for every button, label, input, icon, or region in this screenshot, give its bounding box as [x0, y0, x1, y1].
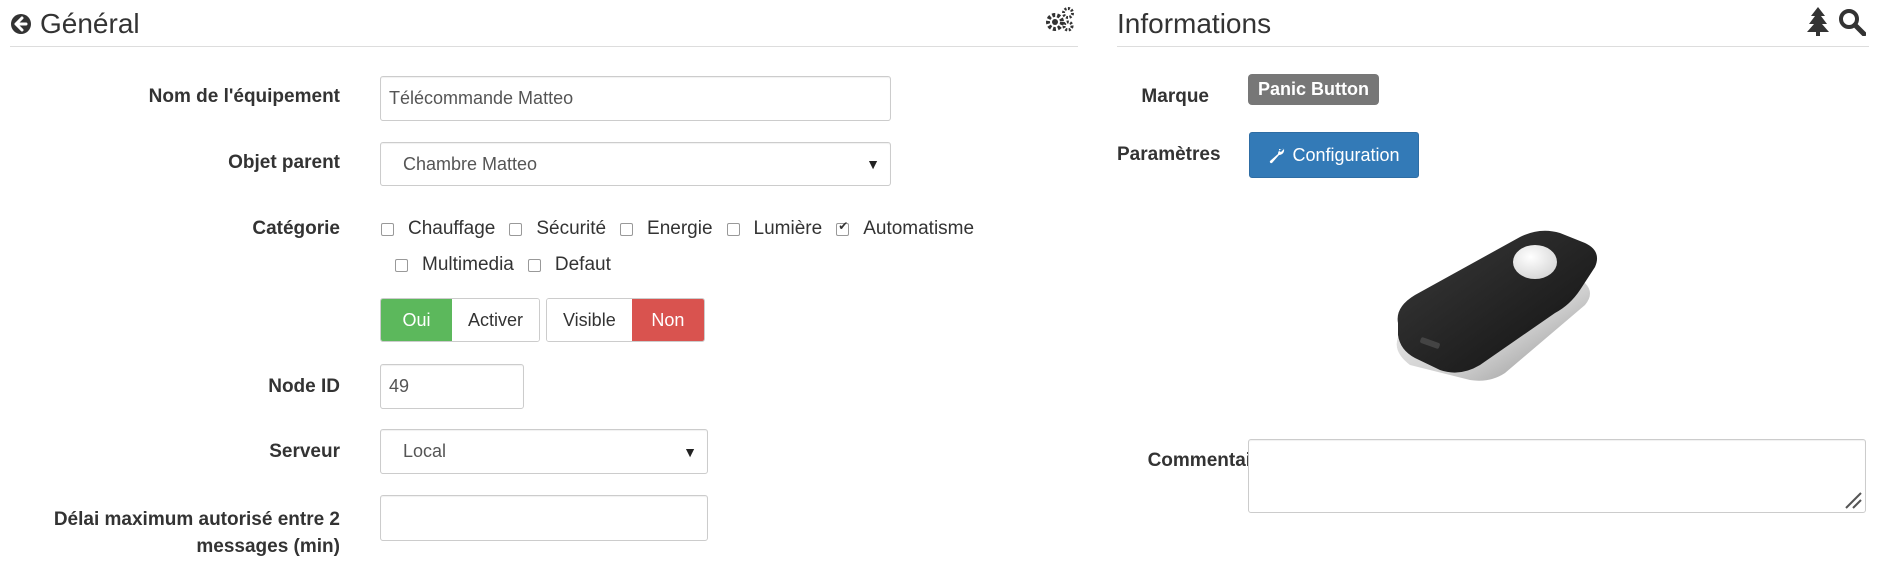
general-divider	[10, 46, 1078, 47]
category-label: Catégorie	[252, 218, 340, 239]
category-label-multimedia: Multimedia	[422, 254, 514, 275]
checkbox-energie[interactable]	[620, 222, 634, 236]
info-divider	[1117, 46, 1869, 47]
checkbox-chauffage[interactable]	[381, 222, 394, 236]
configuration-button[interactable]: Configuration	[1249, 132, 1419, 178]
category-lumiere[interactable]: Lumière	[726, 218, 823, 240]
chevron-down-icon: ▼	[683, 443, 697, 460]
general-title-text: Général	[40, 8, 140, 39]
params-label: Paramètres	[1117, 144, 1221, 165]
category-label-energie: Energie	[647, 218, 713, 239]
category-multimedia[interactable]: Multimedia	[395, 254, 514, 276]
visible-toggle[interactable]: Visible Non	[546, 298, 705, 342]
delay-label: Délai maximum autorisé entre 2 messages …	[20, 506, 340, 560]
category-row-1: Chauffage Sécurité Energie Lumière Autom…	[381, 218, 988, 240]
server-select-value: Local	[403, 441, 447, 461]
delay-input[interactable]	[380, 495, 708, 541]
category-chauffage[interactable]: Chauffage	[381, 218, 495, 240]
gears-icon[interactable]	[1044, 6, 1076, 34]
category-automatisme[interactable]: Automatisme	[836, 218, 974, 240]
checkbox-automatisme[interactable]	[836, 219, 850, 236]
category-energie[interactable]: Energie	[620, 218, 713, 240]
comment-label: Commentaire	[1147, 450, 1269, 471]
configuration-button-label: Configuration	[1292, 144, 1400, 165]
name-input[interactable]: Télécommande Matteo	[380, 76, 891, 121]
parent-select[interactable]: Chambre Matteo ▼	[380, 142, 891, 186]
category-defaut[interactable]: Defaut	[527, 254, 611, 276]
category-label-lumiere: Lumière	[753, 218, 823, 239]
parent-label: Objet parent	[228, 152, 340, 173]
visible-no-button[interactable]: Non	[631, 299, 704, 341]
server-label: Serveur	[269, 441, 340, 462]
delay-label-line2: messages (min)	[196, 536, 340, 557]
nodeid-value: 49	[389, 376, 410, 396]
wrench-icon	[1268, 146, 1286, 164]
activate-label[interactable]: Activer	[451, 299, 539, 341]
search-icon[interactable]	[1838, 8, 1866, 36]
nodeid-label: Node ID	[268, 376, 340, 397]
device-image	[1380, 225, 1610, 385]
name-input-value: Télécommande Matteo	[389, 88, 574, 108]
general-panel-title: Général	[10, 8, 140, 40]
delay-label-line1: Délai maximum autorisé entre 2	[53, 509, 340, 530]
checkbox-lumiere[interactable]	[726, 222, 740, 236]
activate-yes-button[interactable]: Oui	[381, 299, 452, 341]
info-title-text: Informations	[1117, 8, 1272, 39]
category-securite[interactable]: Sécurité	[509, 218, 606, 240]
server-select[interactable]: Local ▼	[380, 429, 708, 474]
visible-label[interactable]: Visible	[547, 299, 632, 341]
checkbox-multimedia[interactable]	[395, 258, 408, 272]
category-label-automatisme: Automatisme	[863, 218, 975, 239]
nodeid-input[interactable]: 49	[380, 364, 524, 409]
arrow-circle-left-icon[interactable]	[10, 13, 32, 35]
tree-icon[interactable]	[1806, 6, 1830, 36]
name-label: Nom de l'équipement	[148, 86, 340, 107]
chevron-down-icon: ▼	[866, 156, 880, 172]
brand-label: Marque	[1141, 86, 1209, 107]
checkbox-defaut[interactable]	[527, 258, 541, 272]
parent-select-value: Chambre Matteo	[403, 153, 538, 174]
category-label-securite: Sécurité	[536, 218, 607, 239]
category-row-2: Multimedia Defaut	[395, 254, 625, 276]
checkbox-securite[interactable]	[509, 222, 523, 236]
activate-toggle[interactable]: Oui Activer	[380, 298, 540, 342]
category-label-defaut: Defaut	[554, 254, 611, 275]
comment-textarea[interactable]	[1248, 439, 1866, 513]
resize-handle-icon[interactable]	[1844, 491, 1862, 509]
info-panel-title: Informations	[1117, 8, 1271, 40]
category-label-chauffage: Chauffage	[408, 218, 496, 239]
brand-badge: Panic Button	[1248, 74, 1379, 105]
